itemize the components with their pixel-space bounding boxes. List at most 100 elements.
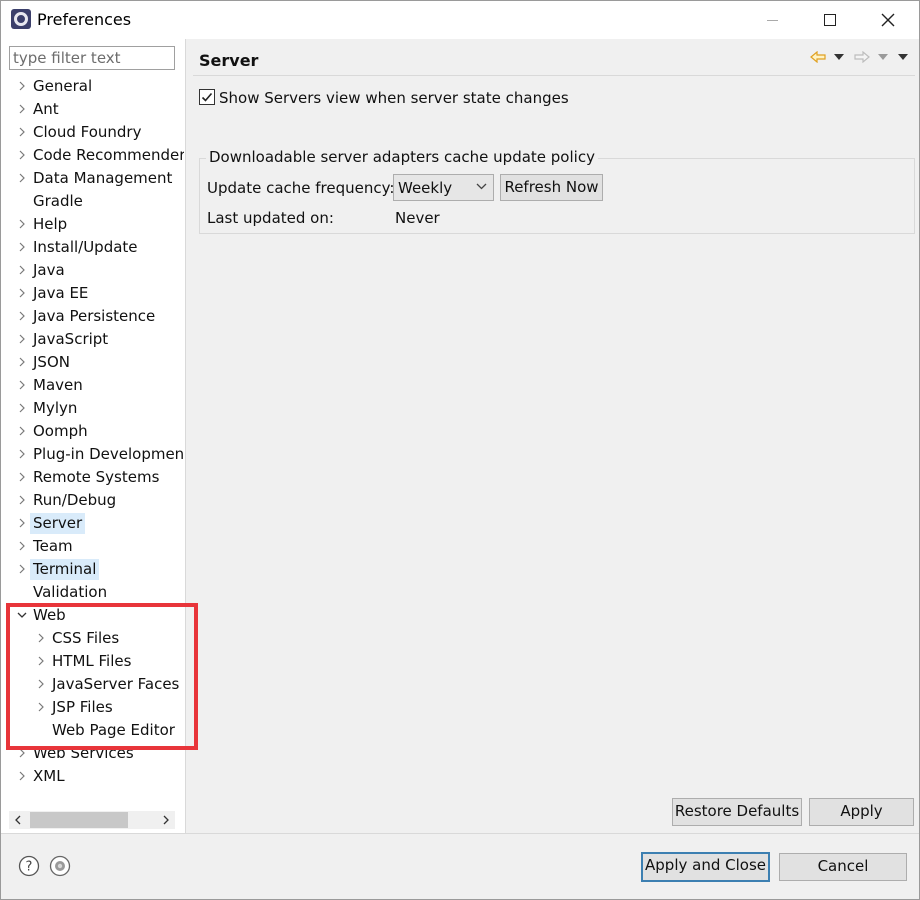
scrollbar-thumb[interactable] [30, 812, 128, 828]
tree-item-html-files[interactable]: HTML Files [1, 650, 184, 673]
chevron-right-icon[interactable] [16, 103, 28, 115]
tree-item-label: Server [30, 513, 86, 534]
chevron-right-icon[interactable] [35, 701, 47, 713]
tree-item-label: Ant [33, 100, 59, 118]
back-arrow-icon[interactable] [809, 47, 827, 67]
tree-item-code-recommenders[interactable]: Code Recommenders [1, 144, 184, 167]
tree-item-label: Validation [33, 583, 108, 601]
chevron-right-icon[interactable] [16, 563, 28, 575]
chevron-right-icon[interactable] [16, 402, 28, 414]
tree-item-web-services[interactable]: Web Services [1, 742, 184, 765]
window-title: Preferences [37, 10, 132, 29]
tree-item-ant[interactable]: Ant [1, 98, 184, 121]
page-navigation-toolbar [809, 47, 913, 67]
scroll-left-icon[interactable] [9, 811, 27, 829]
chevron-right-icon[interactable] [16, 241, 28, 253]
chevron-right-icon[interactable] [16, 218, 28, 230]
chevron-right-icon[interactable] [16, 540, 28, 552]
chevron-right-icon[interactable] [16, 425, 28, 437]
apply-button[interactable]: Apply [809, 798, 914, 826]
chevron-right-icon[interactable] [16, 494, 28, 506]
chevron-right-icon[interactable] [16, 471, 28, 483]
tree-item-plug-in-development[interactable]: Plug-in Development [1, 443, 184, 466]
tree-item-web-page-editor[interactable]: Web Page Editor [1, 719, 184, 742]
tree-item-javaserver-faces-tools[interactable]: JavaServer Faces Tools [1, 673, 184, 696]
tree-item-label: Maven [33, 376, 83, 394]
tree-item-server[interactable]: Server [1, 512, 184, 535]
help-icon[interactable]: ? [18, 855, 40, 877]
tree-item-remote-systems[interactable]: Remote Systems [1, 466, 184, 489]
apply-and-close-button[interactable]: Apply and Close [641, 852, 770, 882]
tree-item-javascript[interactable]: JavaScript [1, 328, 184, 351]
tree-item-jsp-files[interactable]: JSP Files [1, 696, 184, 719]
chevron-right-icon[interactable] [16, 287, 28, 299]
refresh-now-button[interactable]: Refresh Now [500, 174, 603, 201]
filter-input[interactable] [9, 46, 175, 70]
tree-item-general[interactable]: General [1, 75, 184, 98]
tree-item-label: Terminal [30, 559, 100, 580]
chevron-right-icon[interactable] [16, 770, 28, 782]
chevron-right-icon[interactable] [16, 333, 28, 345]
maximize-button[interactable] [807, 1, 853, 39]
chevron-right-icon[interactable] [16, 356, 28, 368]
import-export-icon[interactable] [49, 855, 71, 877]
show-servers-view-label: Show Servers view when server state chan… [219, 89, 569, 107]
tree-item-data-management[interactable]: Data Management [1, 167, 184, 190]
minimize-button[interactable] [749, 1, 795, 39]
tree-item-cloud-foundry[interactable]: Cloud Foundry [1, 121, 184, 144]
scroll-right-icon[interactable] [157, 811, 175, 829]
tree-item-json[interactable]: JSON [1, 351, 184, 374]
chevron-right-icon[interactable] [16, 747, 28, 759]
tree-item-xml[interactable]: XML [1, 765, 184, 788]
forward-dropdown-icon[interactable] [877, 47, 889, 67]
chevron-right-icon[interactable] [16, 264, 28, 276]
chevron-right-icon[interactable] [16, 448, 28, 460]
update-frequency-value: Weekly [398, 179, 453, 197]
chevron-right-icon[interactable] [16, 310, 28, 322]
restore-defaults-button[interactable]: Restore Defaults [672, 798, 802, 826]
show-servers-view-checkbox[interactable] [199, 89, 215, 105]
tree-item-install-update[interactable]: Install/Update [1, 236, 184, 259]
tree-item-label: Oomph [33, 422, 88, 440]
chevron-right-icon[interactable] [16, 126, 28, 138]
view-menu-icon[interactable] [897, 47, 909, 67]
chevron-right-icon[interactable] [35, 632, 47, 644]
chevron-down-icon[interactable] [16, 609, 28, 621]
tree-item-web[interactable]: Web [1, 604, 184, 627]
back-dropdown-icon[interactable] [833, 47, 845, 67]
tree-item-label: Web [33, 606, 66, 624]
cancel-button[interactable]: Cancel [779, 853, 907, 881]
last-updated-value: Never [395, 209, 440, 227]
close-button[interactable] [865, 1, 911, 39]
tree-item-label: XML [33, 767, 65, 785]
chevron-right-icon[interactable] [35, 678, 47, 690]
eclipse-app-icon [11, 9, 31, 29]
tree-item-mylyn[interactable]: Mylyn [1, 397, 184, 420]
update-frequency-select[interactable]: Weekly [393, 174, 494, 201]
tree-item-terminal[interactable]: Terminal [1, 558, 184, 581]
tree-item-team[interactable]: Team [1, 535, 184, 558]
footer-divider [1, 833, 919, 834]
chevron-right-icon[interactable] [16, 517, 28, 529]
tree-item-run-debug[interactable]: Run/Debug [1, 489, 184, 512]
preference-tree-pane: General Ant Cloud Foundry Code Recommenders… [1, 39, 186, 833]
chevron-right-icon[interactable] [16, 80, 28, 92]
chevron-right-icon[interactable] [16, 149, 28, 161]
tree-horizontal-scrollbar[interactable] [9, 811, 175, 829]
tree-item-label: JSON [33, 353, 70, 371]
tree-item-css-files[interactable]: CSS Files [1, 627, 184, 650]
tree-item-java-ee[interactable]: Java EE [1, 282, 184, 305]
tree-item-java[interactable]: Java [1, 259, 184, 282]
forward-arrow-icon[interactable] [853, 47, 871, 67]
tree-item-gradle[interactable]: Gradle [1, 190, 184, 213]
tree-item-java-persistence[interactable]: Java Persistence [1, 305, 184, 328]
tree-item-oomph[interactable]: Oomph [1, 420, 184, 443]
chevron-right-icon[interactable] [16, 172, 28, 184]
tree-item-help[interactable]: Help [1, 213, 184, 236]
tree-item-validation[interactable]: Validation [1, 581, 184, 604]
chevron-right-icon[interactable] [35, 655, 47, 667]
tree-item-label: Cloud Foundry [33, 123, 142, 141]
tree-item-maven[interactable]: Maven [1, 374, 184, 397]
chevron-right-icon[interactable] [16, 379, 28, 391]
tree-item-label: Run/Debug [33, 491, 117, 509]
